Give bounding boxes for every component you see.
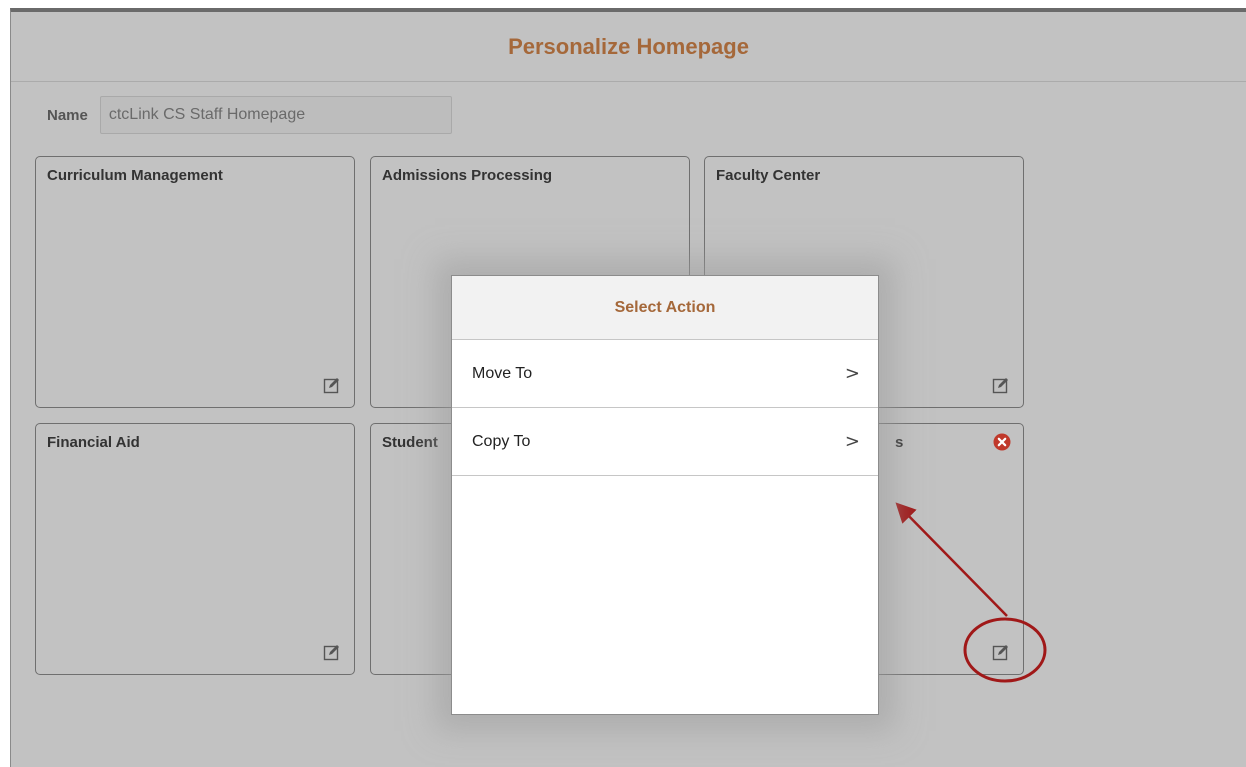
menu-item-move-to[interactable]: Move To >	[452, 340, 878, 408]
edit-icon[interactable]	[323, 376, 341, 394]
page-header: Personalize Homepage	[11, 12, 1246, 82]
edit-icon[interactable]	[992, 643, 1010, 661]
modal-title: Select Action	[614, 298, 716, 316]
chevron-right-icon: >	[844, 431, 860, 452]
tile-title: Faculty Center	[716, 167, 821, 184]
menu-item-label: Copy To	[472, 432, 531, 450]
tile-title: Curriculum Management	[47, 167, 223, 184]
name-row: Name	[47, 96, 452, 134]
name-label: Name	[47, 106, 88, 124]
tile-title: Admissions Processing	[382, 167, 553, 184]
remove-icon[interactable]	[993, 433, 1011, 451]
edit-icon[interactable]	[992, 376, 1010, 394]
tile-title: s	[895, 434, 904, 451]
page-title: Personalize Homepage	[508, 33, 749, 59]
select-action-modal: Select Action Move To > Copy To >	[451, 275, 879, 715]
modal-header: Select Action	[452, 276, 878, 340]
menu-item-copy-to[interactable]: Copy To >	[452, 408, 878, 476]
chevron-right-icon: >	[844, 363, 860, 384]
name-field[interactable]	[99, 96, 452, 134]
personalize-homepage-page: Personalize Homepage Name Curriculum Man…	[10, 8, 1246, 767]
edit-icon[interactable]	[323, 643, 341, 661]
tile-title: Student	[382, 434, 438, 451]
tile-financial-aid[interactable]: Financial Aid	[35, 423, 355, 675]
tile-title: Financial Aid	[47, 434, 140, 451]
tile-curriculum-management[interactable]: Curriculum Management	[35, 156, 355, 408]
menu-item-label: Move To	[472, 364, 533, 382]
